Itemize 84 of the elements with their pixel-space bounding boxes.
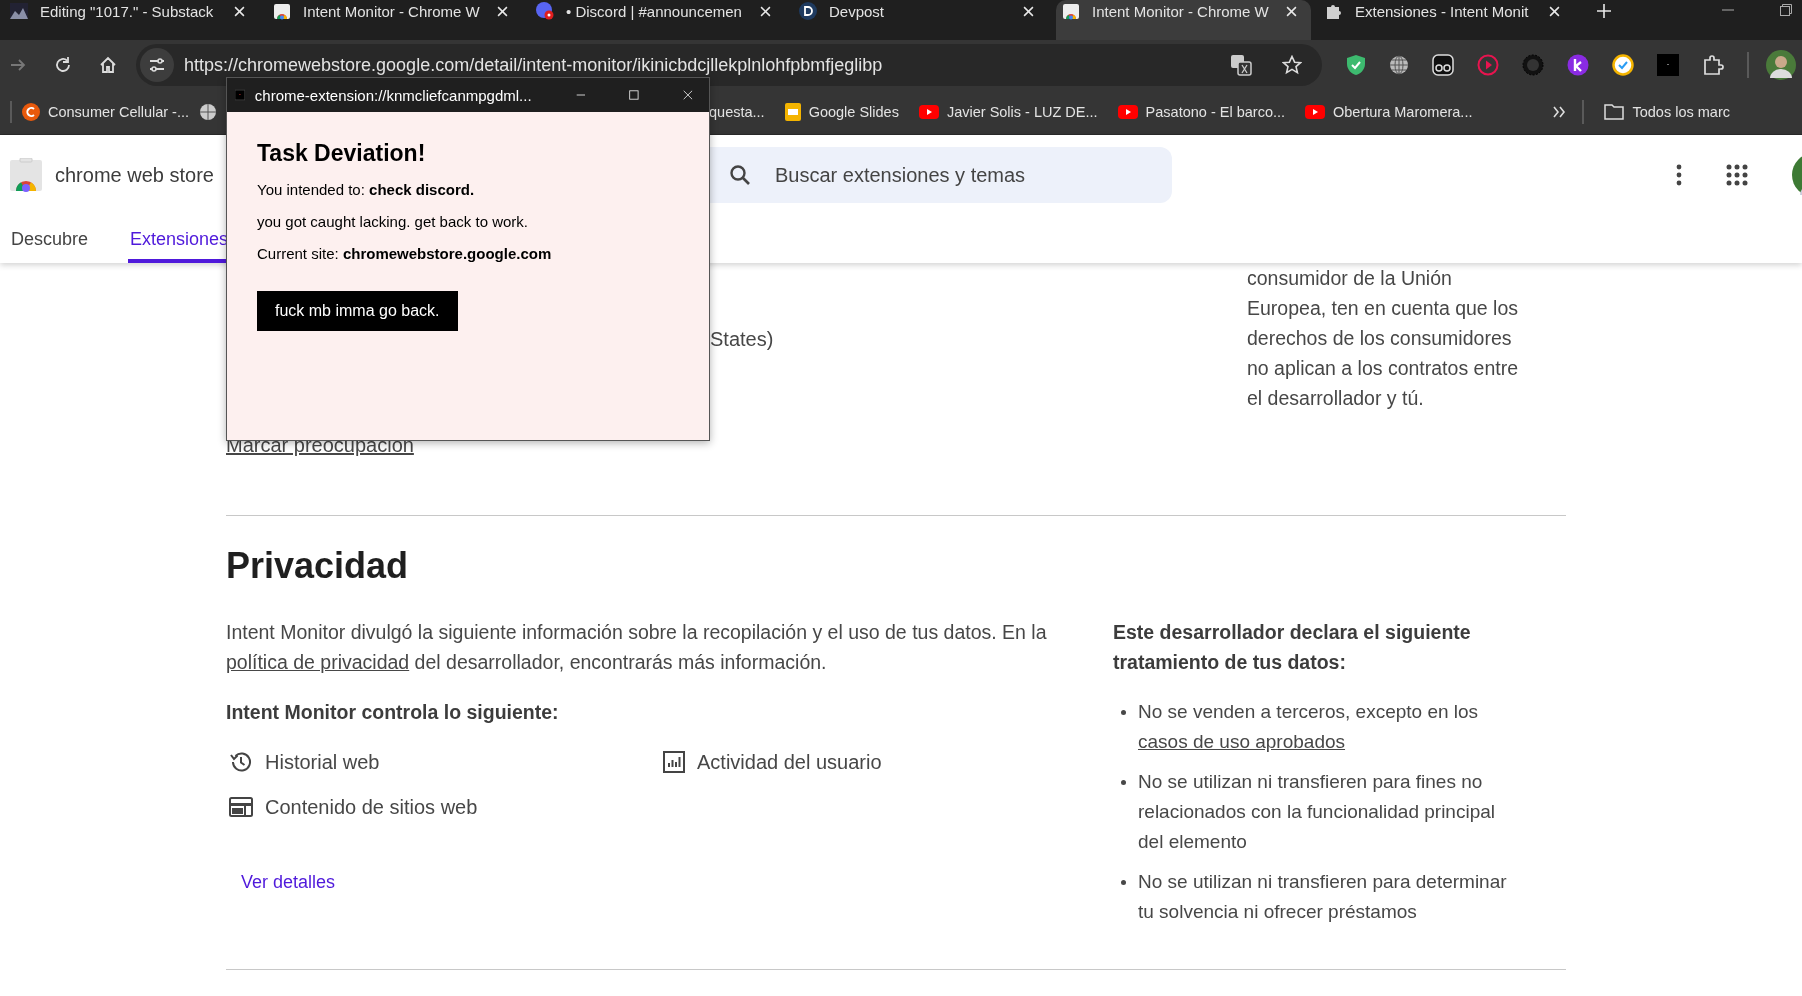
- popup-text: You intended to: check discord.: [257, 181, 476, 199]
- data-type-label: Historial web: [265, 750, 380, 774]
- search-icon[interactable]: [728, 163, 752, 187]
- approved-uses-link[interactable]: casos de uso aprobados: [1138, 731, 1346, 752]
- store-icon: [273, 2, 291, 20]
- shield-icon[interactable]: [1346, 54, 1366, 76]
- close-icon[interactable]: [760, 5, 771, 17]
- puzzle-icon: [1325, 2, 1343, 20]
- go-back-button[interactable]: fuck mb imma go back.: [257, 291, 458, 331]
- popup-heading: Task Deviation!: [257, 140, 427, 167]
- site-settings-icon[interactable]: [140, 48, 174, 82]
- declaration-item: No se venden a terceros, excepto en los casos de uso aprobados: [1138, 700, 1480, 754]
- chevron-icon[interactable]: [1552, 105, 1567, 119]
- details-link[interactable]: Ver detalles: [241, 867, 336, 897]
- window-title: chrome-extension://knmcliefcanmpgdml...: [254, 86, 532, 104]
- close-icon[interactable]: [683, 88, 693, 102]
- subheading: Intent Monitor controla lo siguiente:: [226, 700, 560, 725]
- body-text: States): [710, 328, 774, 351]
- browser-tab[interactable]: Intent Monitor - Chrome W: [1056, 0, 1311, 40]
- web-content-icon: [229, 797, 253, 817]
- bookmark[interactable]: questa...: [709, 104, 765, 120]
- data-type-label: Actividad del usuario: [697, 750, 882, 774]
- close-icon[interactable]: [1023, 5, 1034, 17]
- apps-icon[interactable]: [1726, 164, 1748, 186]
- restore-icon[interactable]: [1780, 4, 1792, 16]
- store-name[interactable]: chrome web store: [55, 163, 214, 187]
- close-icon[interactable]: [1286, 5, 1297, 17]
- bookmark[interactable]: Consumer Cellular -...: [22, 103, 189, 121]
- popup-text: you got caught lacking. get back to work.: [257, 213, 529, 231]
- video-icon: [1305, 105, 1326, 119]
- plus-icon[interactable]: [1596, 3, 1612, 19]
- globe-icon[interactable]: [1389, 55, 1409, 75]
- browser-tab[interactable]: Extensiones - Intent Monit: [1319, 0, 1574, 40]
- home-icon[interactable]: [99, 56, 117, 74]
- maximize-icon[interactable]: [629, 88, 640, 102]
- chart-icon: [663, 751, 685, 773]
- play-icon[interactable]: [1477, 54, 1499, 76]
- browser-tab[interactable]: Devpost: [793, 0, 1048, 40]
- privacy-policy-link[interactable]: política de privacidad: [226, 651, 410, 673]
- consumer-note: consumidor de la Unión Europea, ten en cuenta que los derechos de los consumidores no aplican a los contratos entre el desarrollador y tú.: [1247, 266, 1520, 411]
- clock-icon[interactable]: [1612, 54, 1634, 76]
- nav-tab[interactable]: Descubre: [9, 215, 91, 263]
- folder-icon: [1604, 104, 1625, 120]
- store-logo-icon[interactable]: [9, 158, 43, 192]
- privacy-intro: Intent Monitor divulgó la siguiente información sobre la recopilación y el uso de tus datos. En la política de privacidad del desarrollador, encontrarás más información.: [226, 620, 1048, 675]
- video-icon: [1117, 105, 1138, 119]
- bookmark[interactable]: Javier Solis - LUZ DE...: [918, 104, 1098, 120]
- browser-tab[interactable]: Intent Monitor - Chrome W: [267, 0, 522, 40]
- declaration-item: No se utilizan ni transfieren para determinar tu solvencia ni ofrecer préstamos: [1138, 870, 1508, 924]
- popup-text: Current site: chromewebstore.google.com: [257, 245, 553, 263]
- c-logo-icon: [22, 103, 40, 121]
- browser-tab[interactable]: Editing "1017." - Substack: [4, 0, 259, 40]
- chat-app-icon: [536, 2, 554, 20]
- more-icon[interactable]: [1676, 164, 1682, 186]
- declaration-item: No se utilizan ni transfieren para fines no relacionados con la funcionalidad principal del elemento: [1138, 770, 1496, 854]
- bullet-dot: [1121, 880, 1126, 885]
- app-icon: [235, 88, 245, 102]
- address-bar[interactable]: https://chromewebstore.google.com/detail/intent-monitor/ikinicbdcjllekplnlohfpbmfjeglibp: [136, 44, 1322, 86]
- close-icon[interactable]: [497, 5, 508, 17]
- globe-icon[interactable]: [199, 103, 217, 121]
- thumbnail-icon: [10, 3, 28, 19]
- close-icon[interactable]: [1549, 5, 1560, 17]
- section-heading: Privacidad: [226, 544, 410, 588]
- store-icon: [1062, 2, 1080, 20]
- reload-icon[interactable]: [54, 56, 72, 74]
- all-bookmarks[interactable]: Todos los marc: [1604, 104, 1730, 120]
- extensions-icon[interactable]: [1702, 54, 1724, 76]
- video-icon: [918, 105, 939, 119]
- k-badge-icon[interactable]: [1567, 54, 1589, 76]
- declaration-title: Este desarrollador declara el siguiente tratamiento de tus datos:: [1113, 620, 1472, 675]
- slides-icon: [784, 103, 801, 121]
- history-icon: [229, 750, 253, 774]
- avatar[interactable]: [1766, 50, 1796, 80]
- bookmark[interactable]: Pasatono - El barco...: [1117, 104, 1286, 120]
- mask-icon[interactable]: [1432, 54, 1454, 76]
- browser-tab[interactable]: • Discord | #announcemen: [530, 0, 785, 40]
- close-icon[interactable]: [234, 5, 245, 17]
- translate-icon[interactable]: [1230, 54, 1252, 76]
- bookmark[interactable]: Google Slides: [784, 103, 899, 121]
- bullet-dot: [1121, 710, 1126, 715]
- data-type-label: Contenido de sitios web: [265, 795, 478, 819]
- bullet-dot: [1121, 780, 1126, 785]
- star-icon[interactable]: [1282, 55, 1302, 75]
- bookmark[interactable]: Obertura Maromera...: [1305, 104, 1473, 120]
